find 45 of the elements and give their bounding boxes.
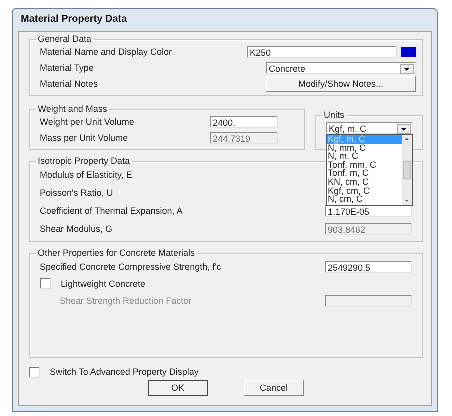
group-title: General Data (37, 34, 93, 44)
field-label: Mass per Unit Volume (40, 133, 128, 143)
field-label: Material Notes (40, 79, 98, 89)
units-option[interactable]: N, cm, C (327, 195, 402, 204)
caret-icon (397, 124, 411, 134)
checkbox[interactable] (40, 278, 51, 289)
checkbox-label: Switch To Advanced Property Display (50, 367, 199, 377)
group-title: Weight and Mass (37, 104, 108, 114)
field-label: Modulus of Elasticity, E (40, 170, 132, 180)
units-option[interactable]: KN, cm, C (327, 178, 402, 187)
units-option[interactable]: N, mm, C (327, 144, 402, 152)
units-option[interactable]: Kgf, cm, C (327, 186, 402, 196)
units-dropdown[interactable]: Kgf, m, C (326, 122, 413, 134)
group-title: Other Properties for Concrete Materials (37, 248, 196, 258)
checkbox-label: Lightweight Concrete (61, 278, 146, 288)
group-title: Isotropic Property Data (37, 156, 132, 166)
strength-field[interactable]: 2549290,5 (325, 260, 412, 272)
scroll-down-icon[interactable] (404, 199, 410, 203)
field-label: Specified Concrete Compressive Strength, f'c (40, 262, 222, 272)
checkbox[interactable] (29, 366, 40, 378)
units-option[interactable]: Tonf, mm, C (327, 160, 402, 170)
field-label: Shear Modulus, G (40, 224, 113, 234)
field-label: Material Name and Display Color (40, 47, 172, 57)
units-option[interactable]: Tonf, m, C (327, 169, 402, 178)
value-field[interactable]: 2400, (210, 116, 278, 128)
scrollbar[interactable] (402, 135, 412, 205)
name-field[interactable]: K250 (247, 46, 397, 58)
field-label: Shear Strength Reduction Factor (59, 296, 192, 306)
units-option[interactable]: N, m, C (327, 152, 402, 161)
field-label: Poisson's Ratio, U (40, 188, 114, 198)
group-title: Units (323, 110, 346, 120)
field-label: Weight per Unit Volume (40, 117, 134, 127)
scroll-thumb[interactable] (403, 161, 411, 179)
type-dropdown[interactable]: Concrete (266, 62, 416, 74)
color-swatch[interactable] (401, 47, 416, 57)
factor-field[interactable] (325, 294, 412, 306)
field-label: Material Type (40, 63, 94, 73)
value-field[interactable]: 1,170E-05 (325, 205, 412, 217)
window-title: Material Property Data (20, 13, 128, 27)
field-label: Coefficient of Thermal Expansion, A (40, 206, 183, 216)
dialog-button[interactable]: Cancel (244, 380, 304, 396)
caret-icon (400, 64, 414, 74)
scroll-up-icon[interactable] (404, 137, 410, 141)
dialog-button[interactable]: OK (148, 380, 208, 396)
notes-button[interactable]: Modify/Show Notes... (266, 76, 416, 92)
